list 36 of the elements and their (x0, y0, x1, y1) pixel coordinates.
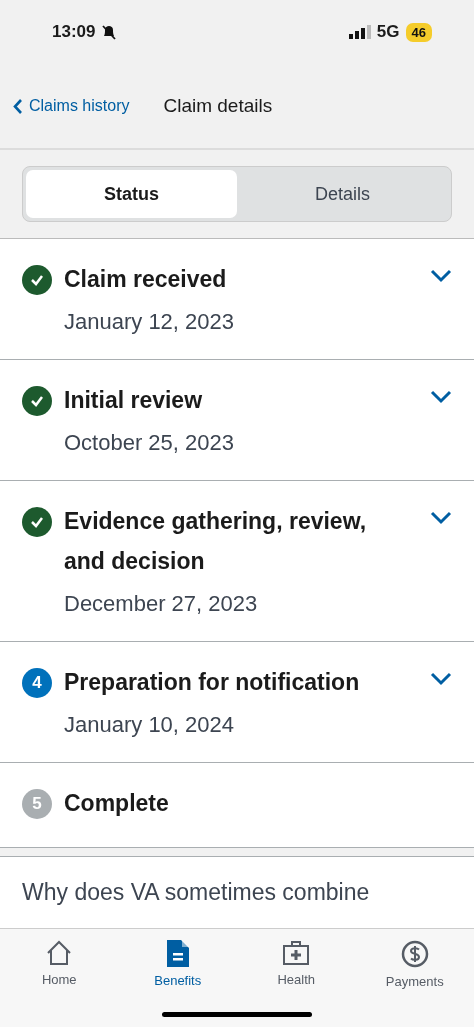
check-icon (22, 265, 52, 295)
step-title: Preparation for notification (64, 668, 361, 697)
step-title: Claim received (64, 265, 228, 294)
tab[interactable]: Details (237, 170, 448, 218)
back-link[interactable]: Claims history (12, 97, 130, 115)
time: 13:09 (52, 22, 96, 42)
tab[interactable]: Status (26, 170, 237, 218)
battery-indicator: 46 (405, 22, 432, 42)
tab-bar-item[interactable]: Home (14, 939, 105, 990)
chevron-down-icon[interactable] (430, 672, 452, 686)
check-icon (22, 507, 52, 537)
signal-icon (348, 25, 371, 39)
tab-bar-item[interactable]: Benefits (132, 939, 223, 990)
tab-bar-item[interactable]: Health (251, 939, 342, 990)
chevron-down-icon[interactable] (430, 511, 452, 525)
dollar-icon (400, 940, 429, 968)
chevron-down-icon[interactable] (430, 390, 452, 404)
chevron-down-icon[interactable] (430, 269, 452, 283)
step-title: Complete (64, 789, 170, 818)
step-title: Initial review (64, 386, 204, 415)
step-title: Evidence gathering, review, and decision (64, 507, 368, 576)
network-label: 5G (376, 22, 400, 42)
chevron-left-icon (12, 97, 23, 115)
question-text: Why does VA sometimes combine (21, 878, 371, 906)
document-icon (166, 940, 189, 967)
step-date: October 25, 2023 (64, 430, 235, 456)
step-date: December 27, 2023 (64, 591, 259, 617)
page-title: Claim details (163, 95, 273, 117)
step-number: 4 (22, 668, 52, 698)
step-date: January 12, 2023 (64, 309, 236, 335)
check-icon (22, 386, 52, 416)
step-date: January 10, 2024 (64, 712, 236, 738)
bell-muted-icon (101, 23, 118, 41)
step-number: 5 (22, 789, 52, 819)
tab-bar-item[interactable]: Payments (369, 939, 460, 990)
medical-kit-icon (282, 940, 311, 966)
